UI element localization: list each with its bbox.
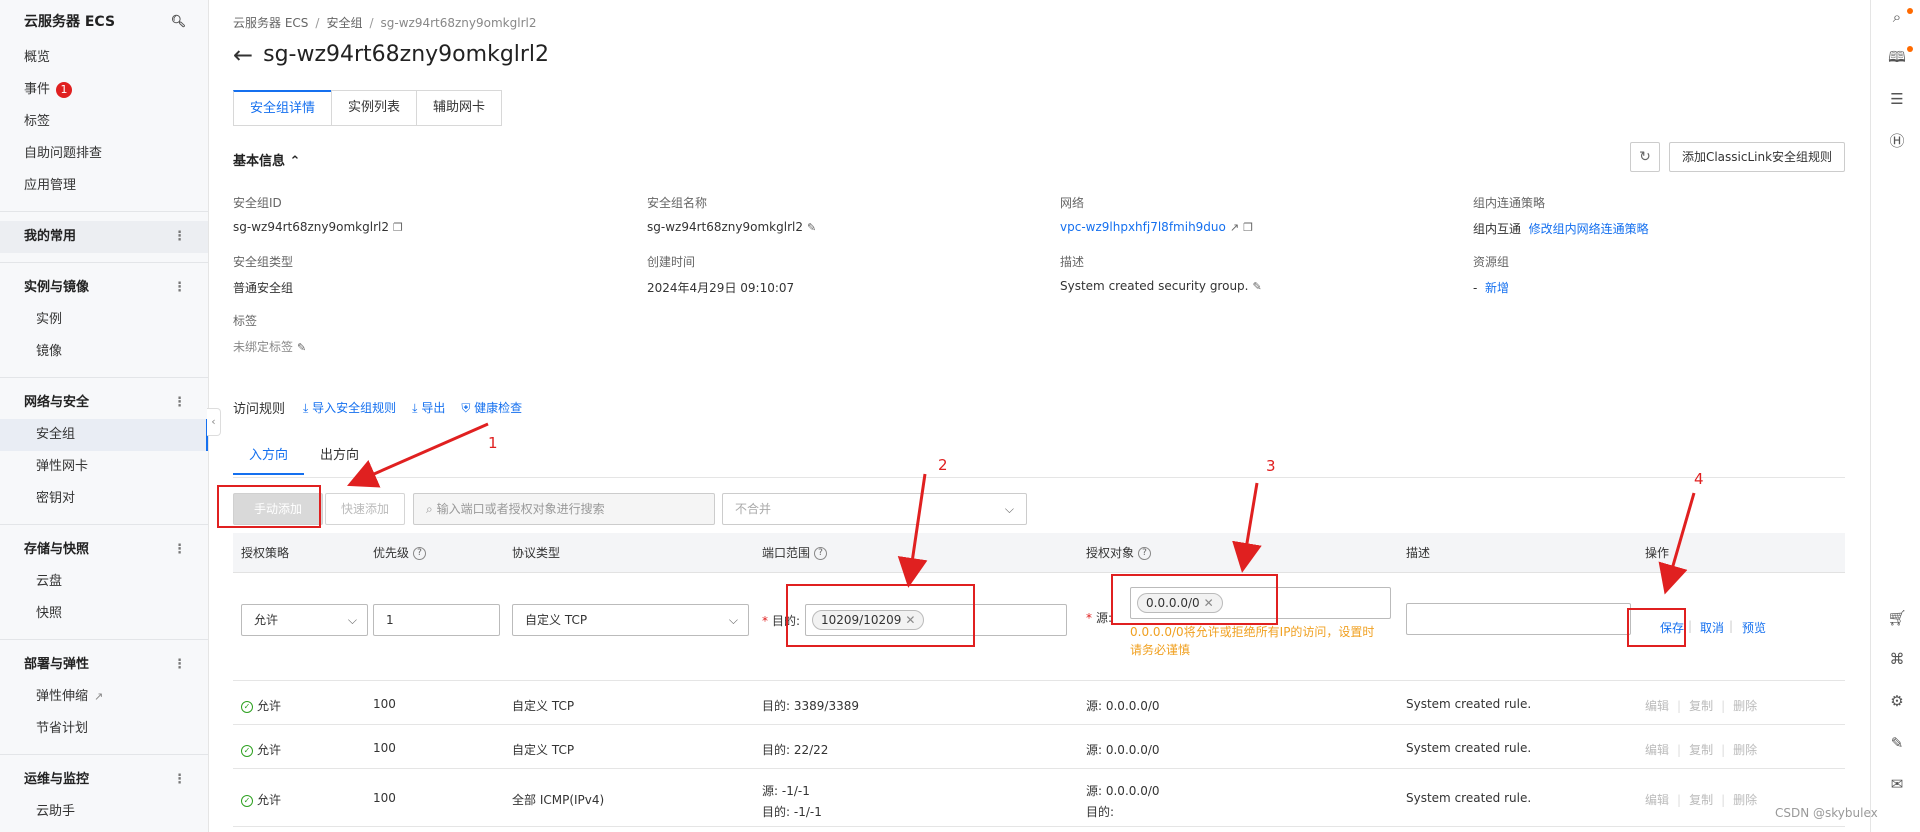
notification-dot: [1907, 46, 1913, 52]
message-icon[interactable]: ✉: [1886, 773, 1908, 795]
annotation-number-1: 1: [488, 434, 498, 452]
annotation-arrow-3: [1232, 482, 1262, 573]
annotation-number-2: 2: [938, 456, 948, 474]
annotation-number-4: 4: [1694, 470, 1704, 488]
settings-icon[interactable]: ⚙: [1886, 690, 1908, 712]
code-icon[interactable]: ⌘: [1886, 648, 1908, 670]
annotation-arrow-4: [1658, 492, 1696, 595]
checklist-icon[interactable]: ☰: [1886, 88, 1908, 110]
cart-icon[interactable]: 🛒︎: [1886, 607, 1908, 629]
annotation-arrow-1: [347, 422, 489, 488]
help-icon[interactable]: Ⓗ: [1886, 130, 1908, 152]
annotation-arrows: [347, 422, 1696, 595]
book-icon[interactable]: 🕮︎: [1886, 46, 1908, 68]
annotation-number-3: 3: [1266, 457, 1276, 475]
search-icon[interactable]: ⌕: [1886, 6, 1908, 28]
right-rail: ⌕ 🕮︎ ☰ Ⓗ 🛒︎ ⌘ ⚙ ✎ ✉: [1870, 0, 1920, 832]
watermark: CSDN @skybulex: [1775, 806, 1878, 820]
edit-icon[interactable]: ✎: [1886, 732, 1908, 754]
annotation-arrow-2: [897, 473, 928, 588]
notification-dot: [1907, 8, 1913, 14]
